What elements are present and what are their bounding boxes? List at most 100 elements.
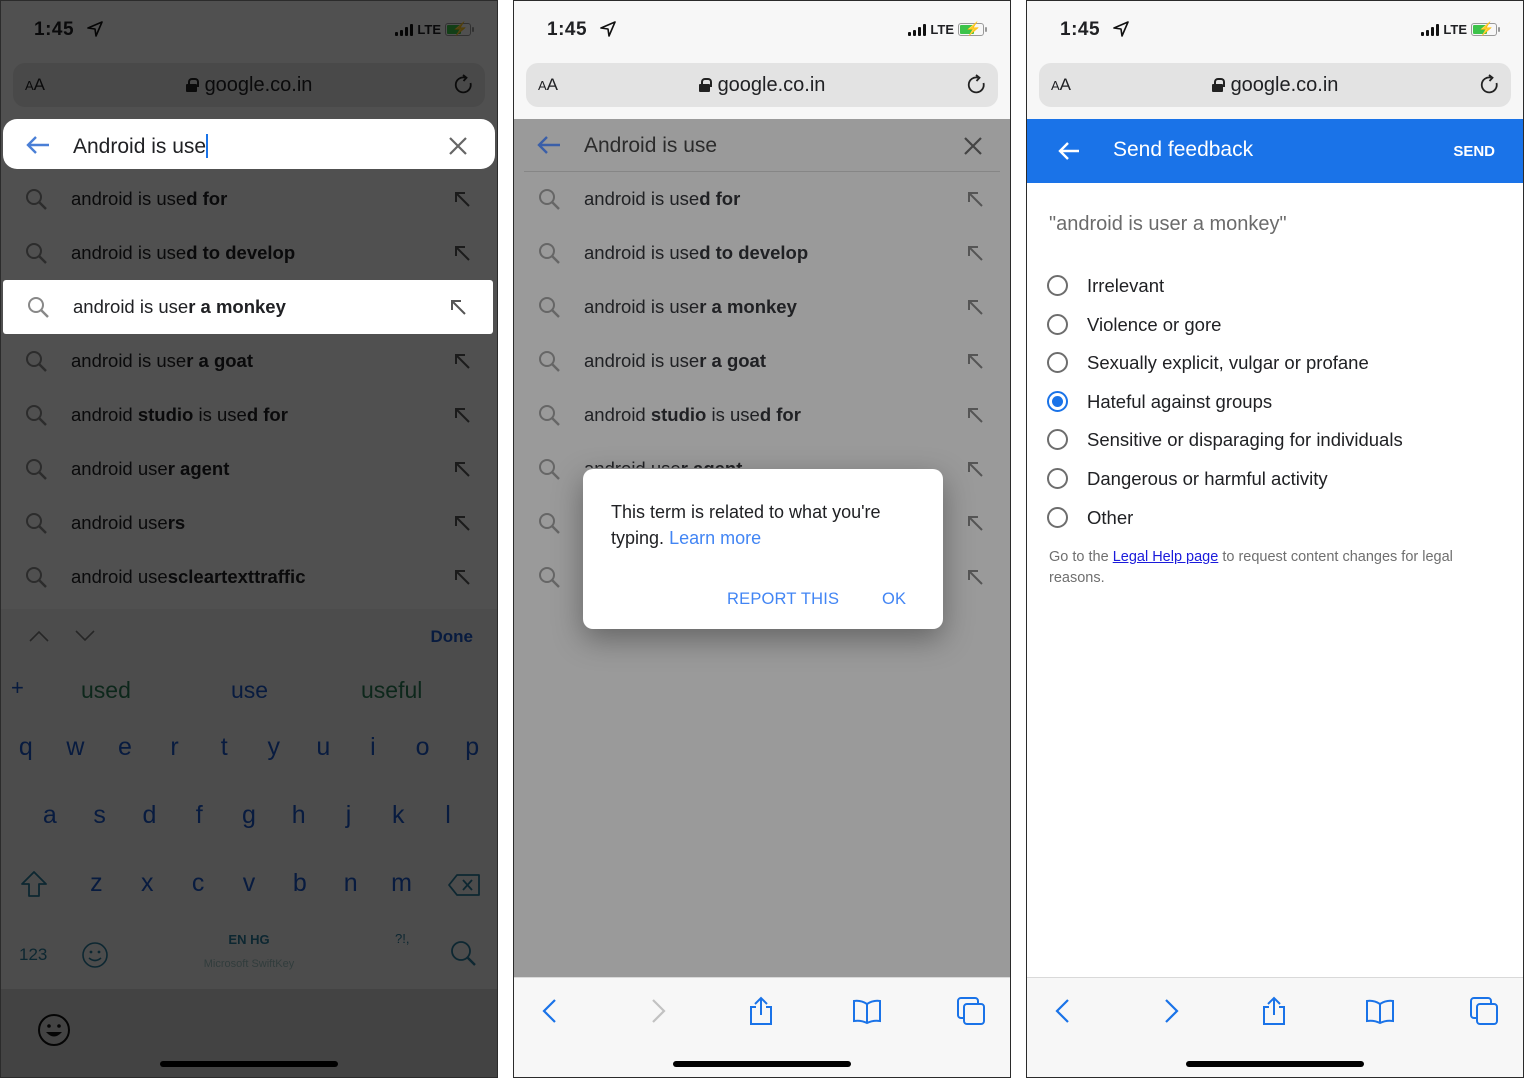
key[interactable]: x [127,869,167,898]
key[interactable]: o [403,733,443,762]
back-arrow-icon[interactable] [536,134,562,156]
key[interactable]: g [229,801,269,830]
fill-query-arrow-icon[interactable] [453,190,471,208]
prediction-2[interactable]: use [231,677,268,704]
chevron-up-icon[interactable] [29,629,49,643]
fill-query-arrow-icon[interactable] [966,190,984,208]
radio-button[interactable] [1047,429,1068,451]
key[interactable]: u [303,733,343,762]
fill-query-arrow-icon[interactable] [453,244,471,262]
fill-query-arrow-icon[interactable] [453,568,471,586]
fill-query-arrow-icon[interactable] [453,460,471,478]
key[interactable]: w [55,733,95,762]
fill-query-arrow-icon[interactable] [453,406,471,424]
fill-query-arrow-icon[interactable] [966,298,984,316]
url-bar[interactable]: AA google.co.in [13,63,485,107]
suggestion-item[interactable]: android user agent [1,442,497,496]
share-icon[interactable] [746,996,776,1026]
suggestion-item[interactable]: android studio is used for [1,388,497,442]
url-bar[interactable]: AA google.co.in [526,63,998,107]
radio-button[interactable] [1047,390,1068,412]
key[interactable]: p [452,733,492,762]
key[interactable]: h [279,801,319,830]
radio-button[interactable] [1047,313,1068,335]
fill-query-arrow-icon[interactable] [449,298,467,316]
key[interactable]: q [6,733,46,762]
forward-icon[interactable] [642,996,672,1026]
suggestion-item[interactable]: android studio is used for [514,388,1010,442]
key[interactable]: c [178,869,218,898]
key[interactable]: d [129,801,169,830]
radio-button[interactable] [1047,468,1068,489]
fill-query-arrow-icon[interactable] [966,568,984,586]
add-word-button[interactable]: + [11,675,24,701]
legal-help-link[interactable]: Legal Help page [1113,549,1219,565]
key[interactable]: m [381,869,421,898]
key[interactable]: z [76,869,116,898]
report-this-button[interactable]: REPORT THIS [727,590,839,609]
back-icon[interactable] [1049,996,1079,1026]
key[interactable]: j [328,801,368,830]
key[interactable]: a [30,801,70,830]
reload-icon[interactable] [453,74,475,96]
clear-icon[interactable] [962,135,984,157]
suggestion-item[interactable]: android is user a goat [1,334,497,388]
search-box[interactable]: Android is use [524,119,1000,172]
keyboard-language[interactable]: EN HG [1,932,497,947]
clear-icon[interactable] [447,135,469,157]
prediction-1[interactable]: used [81,677,131,704]
punctuation-key[interactable]: ?!, [395,931,409,946]
url-bar[interactable]: AA google.co.in [1039,63,1511,107]
key[interactable]: s [80,801,120,830]
forward-icon[interactable] [1155,996,1185,1026]
fill-query-arrow-icon[interactable] [966,352,984,370]
chevron-down-icon[interactable] [75,629,95,643]
tabs-icon[interactable] [1469,996,1499,1026]
key[interactable]: k [378,801,418,830]
emoji-icon[interactable] [37,1013,71,1047]
key[interactable]: l [428,801,468,830]
key[interactable]: b [280,869,320,898]
suggestion-item[interactable]: android is user a goat [514,334,1010,388]
bookmarks-icon[interactable] [852,996,882,1026]
suggestion-item[interactable]: android is used to develop [1,226,497,280]
key[interactable]: e [105,733,145,762]
backspace-icon[interactable] [447,873,481,897]
fill-query-arrow-icon[interactable] [453,514,471,532]
suggestion-item[interactable]: android is user a monkey [514,280,1010,334]
home-indicator[interactable] [1186,1061,1364,1067]
suggestion-item[interactable]: android users [1,496,497,550]
done-button[interactable]: Done [431,627,474,647]
suggestion-item[interactable]: android is used to develop [514,226,1010,280]
key[interactable]: t [204,733,244,762]
send-button[interactable]: SEND [1453,143,1495,160]
reload-icon[interactable] [1479,74,1501,96]
key[interactable]: f [179,801,219,830]
key[interactable]: v [229,869,269,898]
key[interactable]: r [155,733,195,762]
home-indicator[interactable] [673,1061,851,1067]
bookmarks-icon[interactable] [1365,996,1395,1026]
share-icon[interactable] [1259,996,1289,1026]
radio-button[interactable] [1047,352,1068,374]
tabs-icon[interactable] [956,996,986,1026]
back-arrow-icon[interactable] [25,134,51,156]
search-key-icon[interactable] [449,939,477,967]
search-input[interactable]: Android is use [584,134,717,158]
key[interactable]: n [331,869,371,898]
suggestion-item[interactable]: android is used for [514,172,1010,226]
radio-button[interactable] [1047,506,1068,528]
fill-query-arrow-icon[interactable] [966,460,984,478]
radio-button[interactable] [1047,275,1068,296]
back-icon[interactable] [536,996,566,1026]
fill-query-arrow-icon[interactable] [453,352,471,370]
suggestion-item[interactable]: android is used for [1,172,497,226]
search-input[interactable]: Android is use [73,135,206,158]
suggestion-item[interactable]: android is user a monkey [3,280,493,334]
fill-query-arrow-icon[interactable] [966,406,984,424]
suggestion-item[interactable]: android usescleartexttraffic [1,550,497,604]
prediction-3[interactable]: useful [361,677,422,704]
home-indicator[interactable] [160,1061,338,1067]
fill-query-arrow-icon[interactable] [966,244,984,262]
key[interactable]: i [353,733,393,762]
